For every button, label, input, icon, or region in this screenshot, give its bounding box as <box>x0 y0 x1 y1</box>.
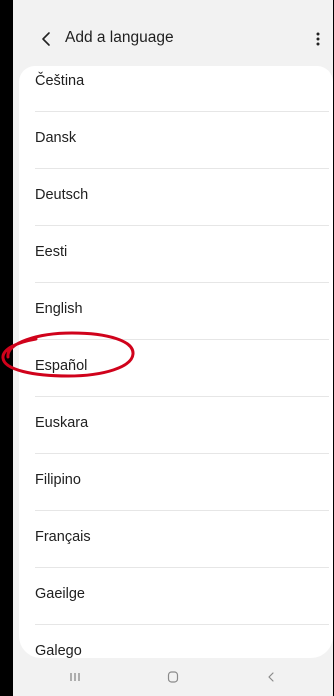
language-item-cestina[interactable]: Čeština <box>19 66 333 112</box>
language-label: Deutsch <box>35 187 89 203</box>
language-item-francais[interactable]: Français <box>19 511 333 568</box>
recent-apps-icon[interactable] <box>61 664 89 690</box>
language-label: Français <box>35 529 91 545</box>
language-item-gaeilge[interactable]: Gaeilge <box>19 568 333 625</box>
language-label: Galego <box>35 643 82 658</box>
language-label: Español <box>35 358 88 374</box>
language-item-galego[interactable]: Galego <box>19 625 333 658</box>
language-label: Gaeilge <box>35 586 85 602</box>
language-list-card: Čeština Dansk Deutsch Eesti English Espa… <box>19 66 333 658</box>
language-item-filipino[interactable]: Filipino <box>19 454 333 511</box>
back-icon[interactable] <box>257 664 285 690</box>
language-label: Euskara <box>35 415 89 431</box>
language-label: Čeština <box>35 73 85 89</box>
system-navigation-bar <box>13 658 333 696</box>
language-item-dansk[interactable]: Dansk <box>19 112 333 169</box>
language-label: Dansk <box>35 130 77 146</box>
more-vertical-icon[interactable] <box>309 26 327 52</box>
chevron-left-icon[interactable] <box>37 26 57 52</box>
language-item-deutsch[interactable]: Deutsch <box>19 169 333 226</box>
phone-screen: Add a language Čeština Dansk Deutsch Ees… <box>13 0 333 696</box>
page-title: Add a language <box>65 29 174 46</box>
language-list: Čeština Dansk Deutsch Eesti English Espa… <box>19 66 333 658</box>
app-bar: Add a language <box>13 18 333 62</box>
language-label: Eesti <box>35 244 68 260</box>
language-label: English <box>35 301 83 317</box>
language-item-euskara[interactable]: Euskara <box>19 397 333 454</box>
language-label: Filipino <box>35 472 81 488</box>
language-item-eesti[interactable]: Eesti <box>19 226 333 283</box>
home-icon[interactable] <box>159 664 187 690</box>
language-item-espanol[interactable]: Español <box>19 340 333 397</box>
language-item-english[interactable]: English <box>19 283 333 340</box>
